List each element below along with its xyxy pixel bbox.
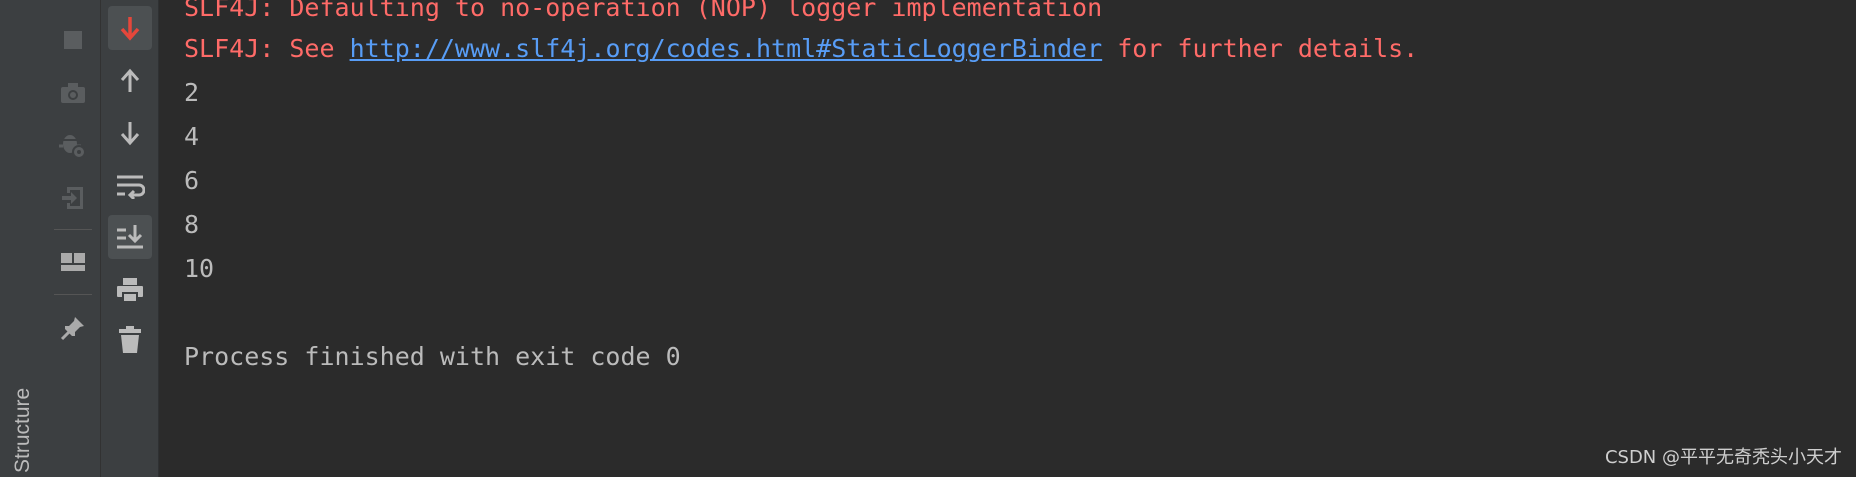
previous-occurrence-button[interactable]: [108, 59, 152, 103]
next-occurrence-button[interactable]: [108, 111, 152, 155]
console-line: 6: [184, 166, 200, 195]
console-line-text: SLF4J: Defaulting to no-operation (NOP) …: [184, 0, 1103, 22]
exit-icon: [62, 187, 83, 209]
console-output[interactable]: SLF4J: Defaulting to no-operation (NOP) …: [159, 0, 1856, 477]
stop-icon: [64, 31, 82, 49]
debug-settings-button[interactable]: [51, 123, 95, 167]
scroll-to-end-button[interactable]: [108, 215, 152, 259]
layout-icon: [61, 253, 85, 271]
console-line-exit-status: Process finished with exit code 0: [184, 342, 681, 371]
run-console-window: Structure SLF4J: Defaulting to no-operat…: [0, 0, 1856, 477]
scroll-to-end-icon: [117, 225, 143, 249]
run-toolbar-right: [101, 0, 159, 477]
toolbar-separator: [54, 229, 92, 230]
console-line: 10: [184, 254, 215, 283]
arrow-up-icon: [120, 68, 140, 92]
structure-side-strip: Structure: [0, 0, 47, 477]
soft-wrap-icon: [117, 175, 145, 199]
dump-threads-button[interactable]: [51, 71, 95, 115]
print-icon: [117, 278, 143, 303]
layout-button[interactable]: [51, 240, 95, 284]
camera-icon: [61, 83, 85, 103]
console-line-error: SLF4J: See http://www.slf4j.org/codes.ht…: [184, 34, 1418, 64]
exit-button[interactable]: [51, 176, 95, 220]
console-line-text: SLF4J: See: [184, 34, 350, 63]
scroll-to-end-red-icon: [120, 17, 140, 41]
watermark: CSDN @平平无奇秃头小天才: [1604, 447, 1842, 468]
pin-icon: [60, 317, 84, 341]
soft-wrap-button[interactable]: [108, 164, 152, 208]
toolbar-separator: [54, 294, 92, 295]
arrow-down-icon: [120, 122, 140, 146]
slf4j-docs-link[interactable]: http://www.slf4j.org/codes.html#StaticLo…: [350, 34, 1103, 63]
structure-tool-window-tab[interactable]: Structure: [11, 388, 35, 473]
debug-settings-icon: [59, 135, 86, 159]
clear-all-button[interactable]: [108, 318, 152, 362]
console-line-error: SLF4J: Defaulting to no-operation (NOP) …: [184, 0, 1102, 23]
print-button[interactable]: [108, 268, 152, 312]
console-line: 2: [184, 78, 200, 107]
scroll-to-end-active-button[interactable]: [108, 6, 152, 50]
trash-icon: [119, 326, 141, 353]
stop-button[interactable]: [51, 18, 95, 62]
console-line: 8: [184, 210, 200, 239]
run-toolbar-left: [46, 0, 101, 477]
pin-tab-button[interactable]: [51, 306, 95, 350]
console-line: 4: [184, 122, 200, 151]
console-line-text: for further details.: [1102, 34, 1419, 63]
